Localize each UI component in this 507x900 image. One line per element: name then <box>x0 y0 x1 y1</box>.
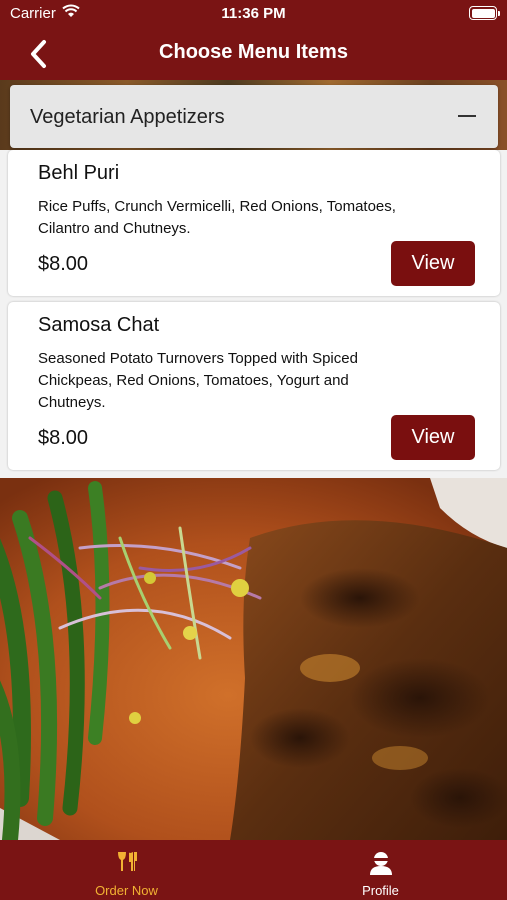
section-header-vegetarian-appetizers[interactable]: Vegetarian Appetizers <box>10 85 498 148</box>
tab-bar: Order Now Profile <box>0 840 507 900</box>
menu-item-name: Behl Puri <box>38 162 120 184</box>
nav-bar: Choose Menu Items <box>0 28 507 80</box>
menu-item-price: $8.00 <box>38 427 89 449</box>
user-icon <box>369 852 392 875</box>
tab-profile[interactable]: Profile <box>254 840 507 900</box>
menu-item-card: Behl Puri Rice Puffs, Crunch Vermicelli,… <box>8 150 500 296</box>
menu-item-card: Samosa Chat Seasoned Potato Turnovers To… <box>8 302 500 470</box>
food-photo <box>0 478 507 840</box>
view-button[interactable]: View <box>391 415 475 460</box>
status-time: 11:36 PM <box>221 5 286 22</box>
menu-item-name: Samosa Chat <box>38 314 160 336</box>
tab-order-now[interactable]: Order Now <box>0 840 253 900</box>
fork-knife-icon <box>117 852 137 871</box>
menu-item-description: Rice Puffs, Crunch Vermicelli, Red Onion… <box>38 198 396 237</box>
menu-item-price: $8.00 <box>38 253 89 275</box>
page-title: Choose Menu Items <box>159 41 348 63</box>
tab-label: Profile <box>362 883 399 898</box>
battery-icon <box>469 6 500 20</box>
tab-label: Order Now <box>95 883 158 898</box>
section-title: Vegetarian Appetizers <box>30 106 225 128</box>
view-button[interactable]: View <box>391 241 475 286</box>
menu-item-description: Seasoned Potato Turnovers Topped with Sp… <box>38 350 358 411</box>
minus-icon[interactable] <box>458 115 476 117</box>
status-bar: Carrier 11:36 PM <box>0 0 507 28</box>
